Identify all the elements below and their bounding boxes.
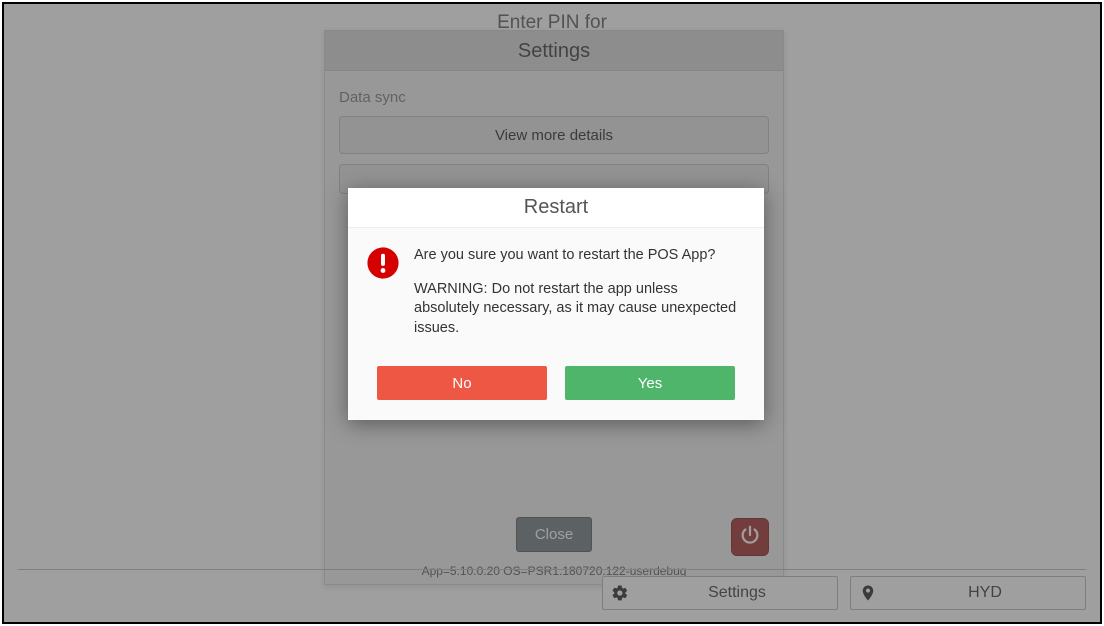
dialog-warning: WARNING: Do not restart the app unless a… (414, 280, 742, 339)
yes-button[interactable]: Yes (565, 366, 735, 400)
restart-dialog: Restart Are you sure you want to restart… (348, 188, 764, 420)
no-button[interactable]: No (377, 366, 547, 400)
alert-icon (366, 246, 400, 352)
dialog-title: Restart (348, 188, 764, 228)
dialog-question: Are you sure you want to restart the POS… (414, 246, 742, 266)
